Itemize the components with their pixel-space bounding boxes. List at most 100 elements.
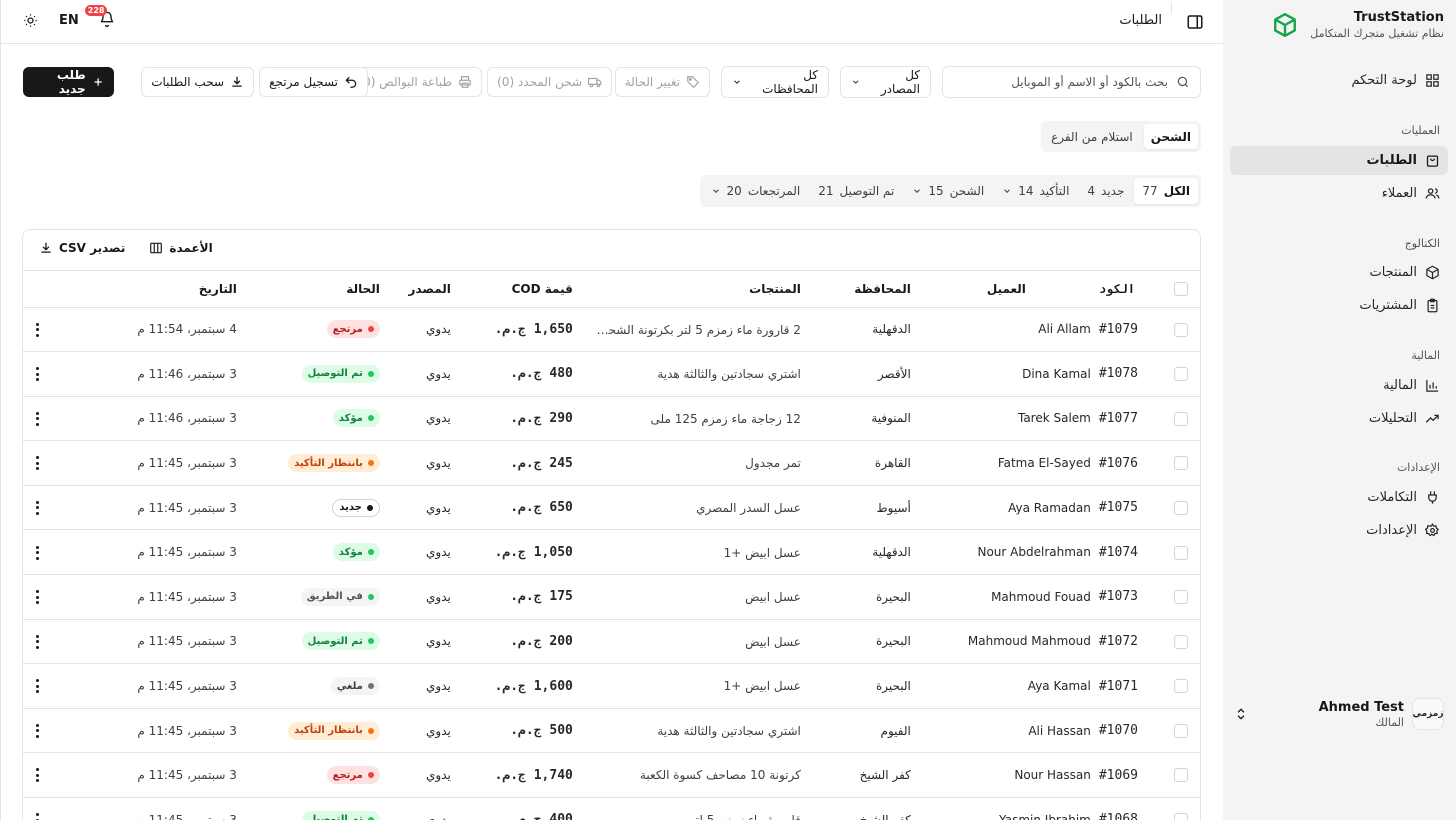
table-row[interactable]: #1068Yasmin Ibrahimكفر الشيخ قارورة ماء ز… (23, 797, 1200, 820)
table-row[interactable]: #1072 Mahmoud Mahmoud البحيرة عسل ابيض 200 ج… (23, 619, 1200, 665)
status-tabs: الكل 77 جديد 4 التأكيد 14 الشحن 15 تم ال… (699, 175, 1201, 207)
sidebar-item-settings[interactable]: الإعدادات (1230, 516, 1448, 545)
more-vertical-icon[interactable] (35, 813, 39, 820)
select-all-checkbox[interactable] (1174, 282, 1188, 296)
table-row[interactable]: #1071 Aya Kamal البحيرة عسل ابيض +1 1,600 ج.… (23, 663, 1200, 709)
sidebar-item-analytics[interactable]: التحليلات (1230, 404, 1448, 433)
table-row[interactable]: #1074 Nour Abdelrahman الدقهلية عسل ابيض +1… (23, 529, 1200, 576)
bell-icon[interactable]: 228 (84, 5, 117, 30)
governorate-select[interactable]: كل المحافظات (721, 66, 829, 98)
more-vertical-icon[interactable] (35, 500, 39, 515)
columns-button[interactable]: الأعمدة (149, 241, 213, 255)
table-row[interactable]: #1079 Ali Allam الدقهلية 2 قارورة ماء زمزم … (23, 307, 1200, 353)
sidebar-item-products[interactable]: المنتجات (1230, 258, 1448, 287)
user-menu[interactable]: زمزمي Ahmed Test المالك (1232, 696, 1444, 732)
sidebar-toggle-icon[interactable] (1186, 13, 1204, 31)
row-checkbox[interactable] (1174, 322, 1188, 337)
table-row[interactable]: #1070 Ali Hassan الفيوم اشتري سجادتين والثا… (23, 708, 1200, 754)
row-checkbox[interactable] (1174, 768, 1188, 783)
row-checkbox[interactable] (1174, 723, 1188, 738)
tab-all[interactable]: الكل 77 (1134, 178, 1198, 204)
table-row[interactable]: #1078 Dina Kamal الأقصر اشتري سجادتين والثا… (23, 351, 1200, 397)
tab-returns[interactable]: المرتجعات 20 (703, 178, 809, 204)
more-vertical-icon[interactable] (35, 768, 39, 783)
order-code[interactable]: #1078 (1098, 351, 1162, 397)
tab-delivered[interactable]: تم التوصيل 21 (810, 178, 902, 204)
column-header-date[interactable]: التاريخ (51, 271, 247, 308)
status-badge: بانتظار التأكيد (288, 721, 380, 740)
row-checkbox[interactable] (1174, 634, 1188, 649)
sidebar-item-integrations[interactable]: التكاملات (1230, 483, 1448, 512)
more-vertical-icon[interactable] (35, 723, 39, 738)
search-box[interactable] (942, 66, 1201, 98)
search-input[interactable] (958, 75, 1168, 89)
column-header-code[interactable]: الكود (1098, 271, 1162, 308)
new-order-button[interactable]: طلب جديد (23, 67, 114, 97)
order-code[interactable]: #1075 (1098, 485, 1162, 531)
more-vertical-icon[interactable] (35, 411, 39, 426)
order-cod-currency: ج.م. (510, 500, 542, 516)
column-header-governorate[interactable]: المحافظة (816, 271, 927, 308)
table-row[interactable]: #1075 Aya Ramadan أسيوط عسل السدر المصري 650… (23, 485, 1200, 531)
row-checkbox[interactable] (1174, 679, 1188, 694)
row-checkbox[interactable] (1174, 456, 1188, 471)
row-checkbox[interactable] (1174, 500, 1188, 515)
export-csv-button[interactable]: تصدير CSV (39, 241, 125, 255)
select-all-cell (1162, 271, 1200, 308)
order-code[interactable]: #1073 (1098, 574, 1162, 620)
table-row[interactable]: #1073 Mahmoud Fouad البحيرة عسل ابيض 175 ج.م… (23, 574, 1200, 620)
change-status-button[interactable]: تغيير الحالة (614, 67, 710, 97)
sidebar-item-purchases[interactable]: المشتريات (1230, 291, 1448, 320)
sidebar-item-finance[interactable]: المالية (1230, 371, 1448, 400)
brand[interactable]: TrustStation نظام تشغيل متجرك المتكامل (1270, 10, 1444, 40)
sidebar-item-customers[interactable]: العملاء (1230, 179, 1448, 208)
more-vertical-icon[interactable] (35, 590, 39, 605)
column-header-customer[interactable]: العميل (926, 271, 1099, 308)
tab-confirmation[interactable]: التأكيد 14 (994, 178, 1077, 204)
more-vertical-icon[interactable] (35, 679, 39, 694)
source-select[interactable]: كل المصادر (840, 66, 931, 98)
row-checkbox[interactable] (1174, 411, 1188, 426)
ship-selected-button[interactable]: شحن المحدد (0) (487, 67, 612, 97)
more-vertical-icon[interactable] (35, 634, 39, 649)
tab-new[interactable]: جديد 4 (1079, 178, 1132, 204)
column-header-status[interactable]: الحالة (246, 271, 390, 308)
order-code[interactable]: #1077 (1098, 396, 1162, 442)
order-code[interactable]: #1070 (1098, 708, 1162, 754)
table-row[interactable]: #1069 Nour Hassan كفر الشيخ كرتونة 10 مصاحف… (23, 752, 1200, 799)
table-row[interactable]: #1076 Fatma El-Sayed القاهرة تمر مجدول 245 ج… (23, 440, 1200, 486)
sidebar-item-dashboard[interactable]: لوحة التحكم (1230, 66, 1448, 95)
order-cod-value: 1,600 (533, 678, 573, 694)
sidebar-item-orders[interactable]: الطلبات (1230, 146, 1448, 175)
order-code[interactable]: #1079 (1098, 307, 1162, 353)
order-code[interactable]: #1069 (1098, 752, 1162, 799)
column-header-cod[interactable]: قيمة COD (460, 271, 589, 308)
language-toggle[interactable]: EN (59, 13, 79, 28)
order-cod-currency: ج.م. (510, 410, 542, 426)
print-labels-button[interactable]: طباعة البوالص (0) (348, 67, 482, 97)
tab-shipping-status[interactable]: الشحن 15 (904, 178, 992, 204)
order-code[interactable]: #1072 (1098, 619, 1162, 665)
order-code[interactable]: #1068 (1098, 797, 1162, 820)
register-return-button[interactable]: تسجيل مرتجع (259, 67, 368, 97)
column-header-source[interactable]: المصدر (389, 271, 461, 308)
tab-branch-pickup[interactable]: استلام من الفرع (1044, 124, 1140, 149)
column-header-products[interactable]: المنتجات (588, 271, 817, 308)
row-checkbox[interactable] (1174, 545, 1188, 560)
order-code[interactable]: #1071 (1098, 663, 1162, 709)
row-checkbox[interactable] (1174, 813, 1188, 820)
row-checkbox[interactable] (1174, 367, 1188, 382)
sun-icon[interactable] (21, 11, 39, 29)
more-vertical-icon[interactable] (35, 456, 39, 471)
register-return-label: تسجيل مرتجع (269, 75, 338, 89)
order-code[interactable]: #1074 (1098, 529, 1162, 576)
order-governorate: الدقهلية (816, 307, 927, 353)
order-code[interactable]: #1076 (1098, 440, 1162, 486)
more-vertical-icon[interactable] (35, 367, 39, 382)
table-row[interactable]: #1077 Tarek Salem المنوفية 12 زجاجة ماء زمز… (23, 396, 1200, 442)
row-checkbox[interactable] (1174, 590, 1188, 605)
pull-orders-button[interactable]: سحب الطلبات (141, 67, 254, 97)
tab-shipping[interactable]: الشحن (1143, 124, 1198, 149)
more-vertical-icon[interactable] (35, 545, 39, 560)
more-vertical-icon[interactable] (35, 322, 39, 337)
